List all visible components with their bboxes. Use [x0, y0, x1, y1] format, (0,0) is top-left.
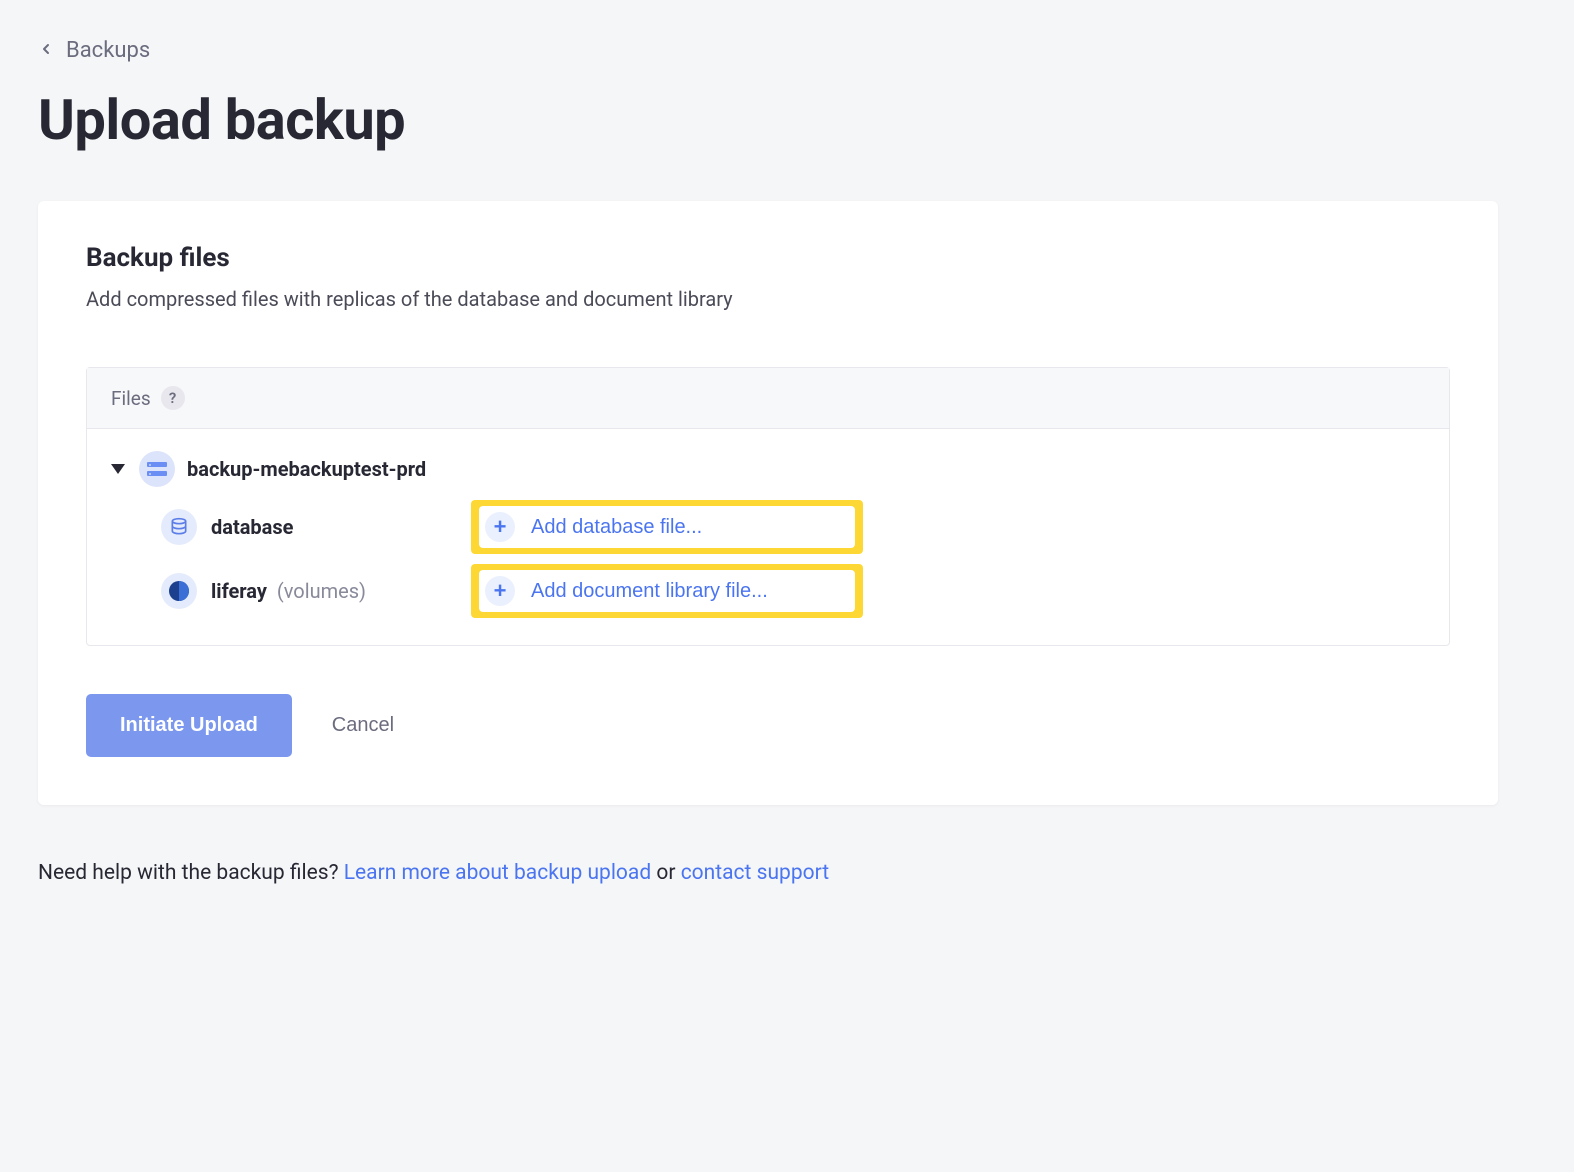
cancel-button[interactable]: Cancel	[332, 714, 394, 737]
chevron-left-icon	[38, 38, 54, 63]
highlight-database: + Add database file...	[471, 500, 863, 554]
server-icon	[139, 451, 175, 487]
add-document-library-file-button[interactable]: + Add document library file...	[479, 570, 855, 612]
help-middle: or	[651, 861, 681, 885]
upload-card: Backup files Add compressed files with r…	[38, 201, 1498, 805]
liferay-icon	[161, 573, 197, 609]
liferay-sublabel: (volumes)	[277, 579, 366, 603]
help-prefix: Need help with the backup files?	[38, 861, 344, 885]
plus-icon: +	[485, 512, 515, 542]
files-header-label: Files	[111, 387, 151, 410]
add-database-file-label: Add database file...	[531, 516, 702, 539]
files-body: backup-mebackuptest-prd database + Add d…	[87, 429, 1449, 645]
help-icon[interactable]: ?	[161, 386, 185, 410]
plus-icon: +	[485, 576, 515, 606]
files-header: Files ?	[87, 368, 1449, 429]
section-title: Backup files	[86, 243, 1450, 273]
section-description: Add compressed files with replicas of th…	[86, 287, 1450, 311]
database-icon	[161, 509, 197, 545]
tree-child-liferay: liferay (volumes) + Add document library…	[111, 559, 1425, 623]
action-bar: Initiate Upload Cancel	[86, 694, 1450, 757]
help-footer: Need help with the backup files? Learn m…	[38, 861, 1536, 885]
tree-root-row: backup-mebackuptest-prd	[111, 443, 1425, 495]
breadcrumb[interactable]: Backups	[38, 38, 1536, 63]
caret-down-icon[interactable]	[111, 464, 125, 474]
initiate-upload-button[interactable]: Initiate Upload	[86, 694, 292, 757]
highlight-liferay: + Add document library file...	[471, 564, 863, 618]
page-title: Upload backup	[38, 87, 1536, 153]
contact-support-link[interactable]: contact support	[681, 861, 829, 885]
database-label: database	[211, 515, 293, 539]
add-document-library-file-label: Add document library file...	[531, 580, 768, 603]
breadcrumb-label: Backups	[66, 38, 150, 63]
learn-more-link[interactable]: Learn more about backup upload	[344, 861, 651, 885]
files-container: Files ? backup-mebackuptest-prd database	[86, 367, 1450, 646]
tree-root-label: backup-mebackuptest-prd	[187, 457, 426, 481]
tree-child-database: database + Add database file...	[111, 495, 1425, 559]
liferay-label: liferay	[211, 579, 267, 603]
add-database-file-button[interactable]: + Add database file...	[479, 506, 855, 548]
